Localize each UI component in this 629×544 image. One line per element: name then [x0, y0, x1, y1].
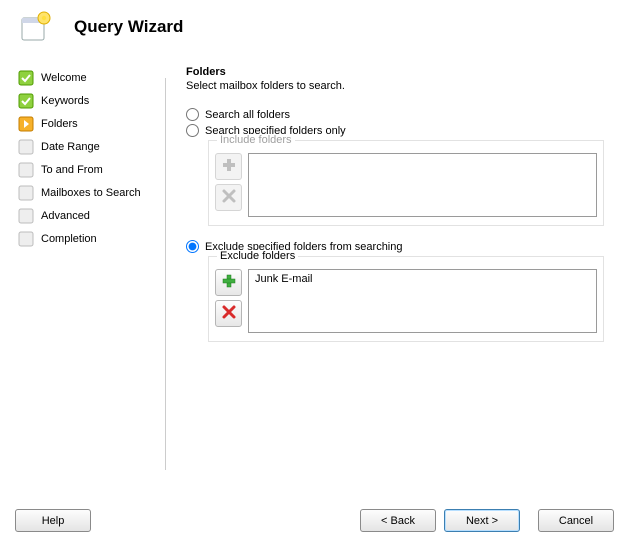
- include-add-button: [215, 153, 242, 180]
- exclude-add-button[interactable]: [215, 269, 242, 296]
- step-pending-icon: [18, 185, 34, 201]
- nav-tofrom[interactable]: To and From: [18, 158, 164, 181]
- back-button[interactable]: < Back: [360, 509, 436, 532]
- include-folders-list: [248, 153, 597, 217]
- nav-label: To and From: [41, 164, 103, 176]
- nav-completion[interactable]: Completion: [18, 227, 164, 250]
- wizard-header: Query Wizard: [0, 0, 629, 64]
- nav-label: Folders: [41, 118, 78, 130]
- radio-search-specified-input[interactable]: [186, 124, 199, 137]
- remove-icon: [221, 188, 237, 207]
- nav-keywords[interactable]: Keywords: [18, 89, 164, 112]
- step-done-icon: [18, 93, 34, 109]
- wizard-content: Folders Select mailbox folders to search…: [164, 64, 629, 479]
- nav-label: Welcome: [41, 72, 87, 84]
- radio-search-all[interactable]: Search all folders: [186, 108, 615, 121]
- nav-label: Advanced: [41, 210, 90, 222]
- next-button[interactable]: Next >: [444, 509, 520, 532]
- exclude-folders-list[interactable]: Junk E-mail: [248, 269, 597, 333]
- page-subtitle: Select mailbox folders to search.: [186, 80, 615, 92]
- step-pending-icon: [18, 139, 34, 155]
- nav-label: Mailboxes to Search: [41, 187, 141, 199]
- page-title: Folders: [186, 66, 615, 78]
- wizard-icon: [18, 10, 52, 44]
- nav-welcome[interactable]: Welcome: [18, 66, 164, 89]
- help-button[interactable]: Help: [15, 509, 91, 532]
- step-pending-icon: [18, 162, 34, 178]
- wizard-nav: Welcome Keywords Folders Date Range To a…: [0, 64, 164, 479]
- exclude-folders-group: Exclude folders Junk E-mail: [208, 256, 604, 342]
- nav-daterange[interactable]: Date Range: [18, 135, 164, 158]
- nav-advanced[interactable]: Advanced: [18, 204, 164, 227]
- add-icon: [221, 157, 237, 176]
- cancel-button[interactable]: Cancel: [538, 509, 614, 532]
- exclude-legend: Exclude folders: [217, 250, 298, 262]
- vertical-divider: [165, 78, 166, 470]
- step-done-icon: [18, 70, 34, 86]
- nav-label: Completion: [41, 233, 97, 245]
- radio-exclude-specified-input[interactable]: [186, 240, 199, 253]
- include-legend: Include folders: [217, 134, 295, 146]
- remove-icon: [221, 304, 237, 323]
- exclude-remove-button[interactable]: [215, 300, 242, 327]
- list-item[interactable]: Junk E-mail: [255, 273, 590, 285]
- step-pending-icon: [18, 231, 34, 247]
- nav-label: Keywords: [41, 95, 89, 107]
- step-pending-icon: [18, 208, 34, 224]
- include-folders-group: Include folders: [208, 140, 604, 226]
- wizard-footer: Help < Back Next > Cancel: [0, 509, 629, 532]
- nav-label: Date Range: [41, 141, 100, 153]
- nav-folders[interactable]: Folders: [18, 112, 164, 135]
- step-current-icon: [18, 116, 34, 132]
- add-icon: [221, 273, 237, 292]
- radio-search-all-input[interactable]: [186, 108, 199, 121]
- radio-label: Search all folders: [205, 109, 290, 121]
- wizard-title: Query Wizard: [74, 17, 183, 37]
- nav-mailboxes[interactable]: Mailboxes to Search: [18, 181, 164, 204]
- include-remove-button: [215, 184, 242, 211]
